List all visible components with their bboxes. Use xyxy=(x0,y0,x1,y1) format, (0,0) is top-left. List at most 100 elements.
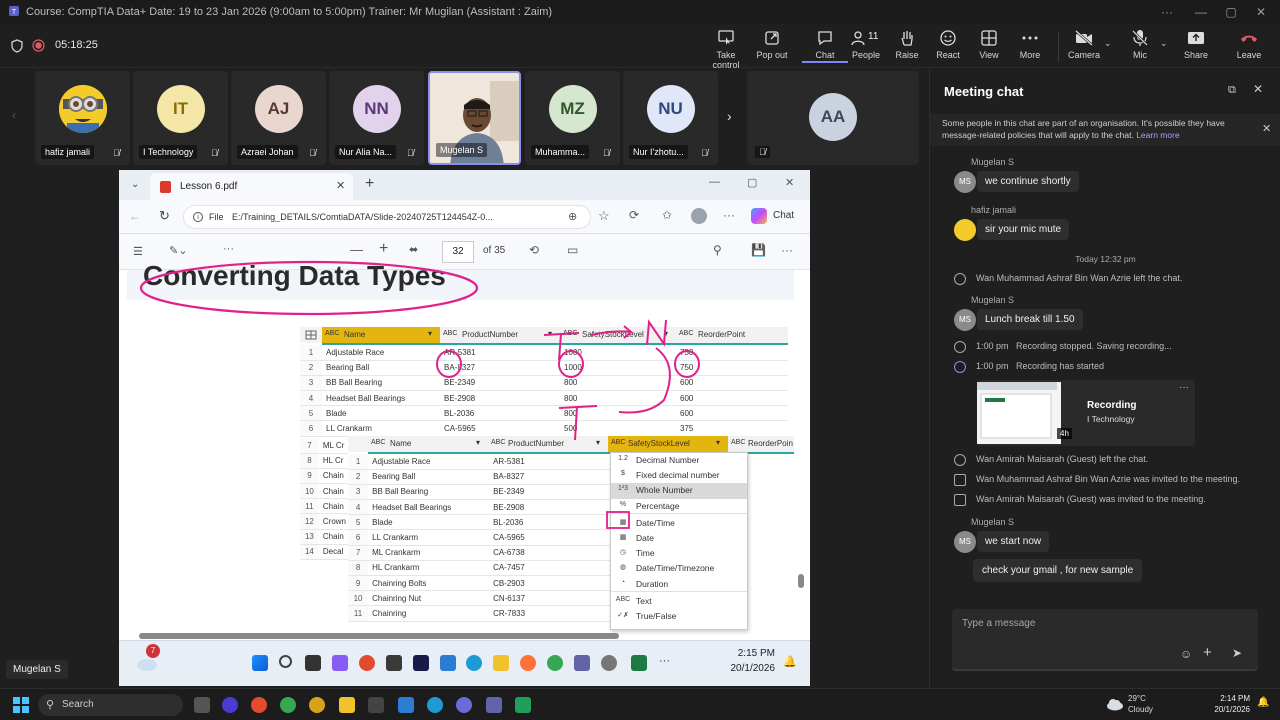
close-window-button[interactable]: ✕ xyxy=(1246,2,1276,22)
task-view-icon[interactable] xyxy=(194,697,210,713)
task-view-icon[interactable] xyxy=(305,655,321,671)
participant-tile[interactable]: hafiz jamali 🎙̸ xyxy=(35,71,130,165)
app-icon[interactable] xyxy=(515,697,531,713)
chat-close-icon[interactable]: ✕ xyxy=(1253,82,1263,96)
chrome-profile-icon[interactable] xyxy=(280,697,296,713)
close-tab-icon[interactable]: ✕ xyxy=(336,179,345,192)
settings-icon[interactable] xyxy=(601,655,617,671)
participant-tile[interactable]: NN Nur Alia Na... 🎙̸ xyxy=(329,71,424,165)
tab-actions-chevron-icon[interactable]: ⌄ xyxy=(131,179,139,190)
favorite-star-icon[interactable]: ☆ xyxy=(598,208,610,224)
horizontal-scrollbar[interactable] xyxy=(133,632,793,640)
chat-message[interactable]: Lunch break till 1.50 xyxy=(977,309,1083,330)
new-tab-plus-icon[interactable]: + xyxy=(365,175,374,193)
participant-tile[interactable]: AJ Azraei Johan 🎙̸ xyxy=(231,71,326,165)
copilot-app-icon[interactable] xyxy=(222,697,238,713)
file-icon[interactable] xyxy=(440,655,456,671)
participant-tile[interactable]: AA 🎙̸ xyxy=(747,71,919,165)
minimize-button[interactable]: — xyxy=(1186,2,1216,22)
chat-message[interactable]: check your gmail , for new sample xyxy=(973,559,1143,582)
view-button[interactable]: View xyxy=(966,29,1012,60)
emoji-icon[interactable]: ☺ xyxy=(1180,647,1192,661)
windows-start-icon[interactable] xyxy=(13,697,29,713)
mic-chevron-down-icon[interactable]: ⌄ xyxy=(1160,38,1168,49)
edge-icon[interactable] xyxy=(466,655,482,671)
chrome-icon[interactable] xyxy=(251,697,267,713)
weather-widget-icon[interactable]: 7 xyxy=(135,644,160,673)
raise-hand-button[interactable]: Raise xyxy=(884,29,930,60)
chat-message[interactable]: sir your mic mute xyxy=(977,219,1070,240)
chat-message[interactable]: we continue shortly xyxy=(977,171,1079,192)
remote-desktop-icon[interactable] xyxy=(398,697,414,713)
media-player-icon[interactable] xyxy=(368,697,384,713)
profile-avatar[interactable] xyxy=(691,208,707,224)
browser-tab[interactable]: Lesson 6.pdf ✕ xyxy=(150,173,353,200)
scrollbar-thumb[interactable] xyxy=(139,633,619,639)
favorites-list-icon[interactable]: ✩ xyxy=(662,208,672,222)
zoom-icon[interactable]: ⊕ xyxy=(568,210,577,223)
file-explorer-icon[interactable] xyxy=(493,655,509,671)
photos-icon[interactable] xyxy=(456,697,472,713)
search-icon[interactable] xyxy=(279,655,292,668)
scrollbar-thumb[interactable] xyxy=(798,574,804,588)
clock-time: 2:14 PM xyxy=(1220,694,1250,703)
maximize-button[interactable]: ▢ xyxy=(1216,2,1246,22)
firefox-icon[interactable] xyxy=(520,655,536,671)
teams-icon[interactable] xyxy=(486,697,502,713)
file-explorer-icon[interactable] xyxy=(339,697,355,713)
participant-tile-active-speaker[interactable]: Mugelan S xyxy=(428,71,521,165)
pop-out-button[interactable]: Pop out xyxy=(749,29,795,60)
more-button[interactable]: More xyxy=(1007,29,1053,60)
taskbar-more-icon[interactable]: ··· xyxy=(659,655,670,667)
take-control-button[interactable]: Take control xyxy=(703,29,749,70)
browser-maximize-button[interactable]: ▢ xyxy=(747,176,757,189)
browser-close-button[interactable]: ✕ xyxy=(785,176,794,189)
recording-card[interactable]: 4h Recording I Technology ··· xyxy=(977,380,1195,446)
url-field[interactable]: i File E:/Training_DETAILS/ComtiaDATA/Sl… xyxy=(183,205,591,229)
participant-tile[interactable]: MZ Muhamma... 🎙̸ xyxy=(525,71,620,165)
mic-button[interactable]: Mic xyxy=(1117,29,1163,60)
recording-more-icon[interactable]: ··· xyxy=(1179,382,1189,393)
vertical-scrollbar[interactable] xyxy=(797,274,805,636)
day-divider: Today 12:32 pm xyxy=(1075,254,1136,264)
excel-icon[interactable] xyxy=(631,655,647,671)
people-button[interactable]: 11 People xyxy=(843,29,889,60)
learn-more-link[interactable]: Learn more xyxy=(1136,130,1179,140)
participant-tile[interactable]: NU Nur I'zhotu... 🎙̸ xyxy=(623,71,718,165)
more-options-icon[interactable]: ··· xyxy=(1152,2,1182,22)
share-button[interactable]: Share xyxy=(1173,29,1219,60)
word-icon[interactable] xyxy=(413,655,429,671)
strip-next-chevron-icon[interactable]: › xyxy=(727,108,732,124)
notification-bell-icon[interactable]: 🔔 xyxy=(1257,697,1269,708)
camera-chevron-down-icon[interactable]: ⌄ xyxy=(1104,38,1112,49)
react-button[interactable]: React xyxy=(925,29,971,60)
browser-menu-icon[interactable]: ··· xyxy=(723,208,735,222)
chat-message[interactable]: we start now xyxy=(977,531,1050,552)
pop-out-label: Pop out xyxy=(756,50,788,60)
message-composer[interactable]: Type a message ☺ + ➤ xyxy=(952,609,1258,671)
windows-start-icon[interactable] xyxy=(252,655,268,671)
browser-minimize-button[interactable]: — xyxy=(709,176,720,188)
camera-button[interactable]: Camera xyxy=(1061,29,1107,60)
strip-prev-chevron-icon[interactable]: ‹ xyxy=(12,108,16,122)
copilot-app-icon[interactable] xyxy=(332,655,348,671)
copilot-chat-button[interactable]: Chat xyxy=(749,206,805,228)
add-attachment-icon[interactable]: + xyxy=(1203,644,1212,661)
dismiss-notice-icon[interactable]: ✕ xyxy=(1262,122,1271,135)
taskbar-search-box[interactable]: ⚲ Search xyxy=(38,694,183,716)
send-icon[interactable]: ➤ xyxy=(1232,646,1242,660)
leave-button[interactable]: Leave xyxy=(1226,29,1272,60)
chrome-profile-icon[interactable] xyxy=(309,697,325,713)
chrome-icon[interactable] xyxy=(547,655,563,671)
chrome-icon[interactable] xyxy=(359,655,375,671)
extensions-icon[interactable]: ⟳ xyxy=(629,208,639,222)
chat-popout-icon[interactable]: ⧉ xyxy=(1228,84,1236,97)
back-arrow-icon[interactable]: ← xyxy=(129,209,141,223)
chat-button[interactable]: Chat xyxy=(802,29,848,63)
refresh-icon[interactable]: ↻ xyxy=(159,208,170,224)
participant-tile[interactable]: IT I Technology 🎙̸ xyxy=(133,71,228,165)
edge-icon[interactable] xyxy=(427,697,443,713)
teams-icon[interactable] xyxy=(574,655,590,671)
notification-bell-icon[interactable]: 🔔 xyxy=(783,655,797,668)
terminal-icon[interactable] xyxy=(386,655,402,671)
